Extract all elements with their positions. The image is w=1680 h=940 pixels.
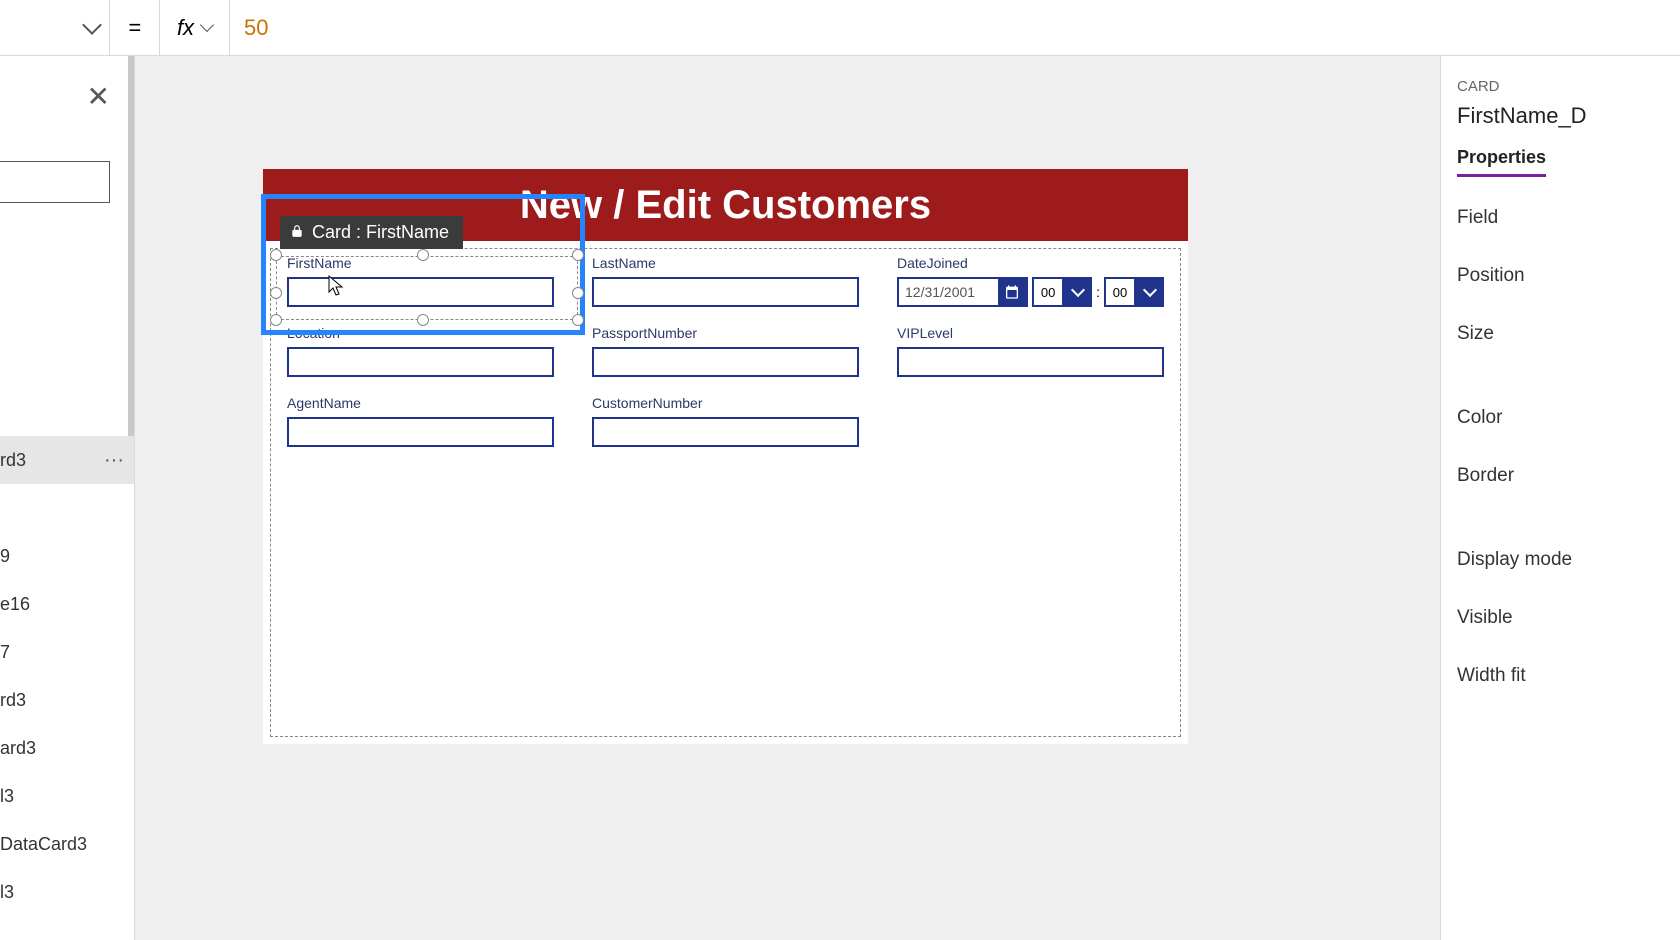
search-input[interactable] <box>0 161 110 203</box>
prop-display-mode[interactable]: Display mode <box>1457 549 1664 571</box>
card-label: PassportNumber <box>592 325 859 341</box>
control-name[interactable]: FirstName_D <box>1457 103 1664 129</box>
chevron-down-icon <box>200 17 214 31</box>
tree-item[interactable]: rd3 ··· <box>0 436 134 484</box>
tree-item-label: rd3 <box>0 690 26 711</box>
card-label: Location <box>287 325 554 341</box>
tree-item[interactable]: 7 <box>0 628 134 676</box>
card-vip[interactable]: VIPLevel <box>897 325 1164 377</box>
formula-value[interactable]: 50 <box>230 15 1680 41</box>
equals-sign: = <box>110 0 160 56</box>
tree-item-label: l3 <box>0 882 14 903</box>
minute-value: 00 <box>1104 277 1136 307</box>
text-input[interactable] <box>592 347 859 377</box>
app-screen: New / Edit Customers FirstName LastName … <box>263 169 1188 744</box>
card-label: CustomerNumber <box>592 395 859 411</box>
fx-button[interactable]: fx <box>160 0 230 56</box>
card-firstname[interactable]: FirstName <box>287 255 554 307</box>
card-label: AgentName <box>287 395 554 411</box>
tree-item-label: 7 <box>0 642 10 663</box>
tab-properties[interactable]: Properties <box>1457 147 1546 177</box>
text-input[interactable] <box>592 417 859 447</box>
scrollbar[interactable] <box>128 56 134 476</box>
date-picker[interactable]: 12/31/2001 <box>897 277 1028 307</box>
card-datejoined[interactable]: DateJoined 12/31/2001 00 <box>897 255 1164 307</box>
minute-dropdown[interactable]: 00 <box>1104 277 1164 307</box>
text-input[interactable] <box>897 347 1164 377</box>
prop-width-fit[interactable]: Width fit <box>1457 665 1664 687</box>
properties-pane: CARD FirstName_D Properties Field Positi… <box>1440 56 1680 940</box>
tree-item[interactable]: e16 <box>0 580 134 628</box>
close-icon[interactable]: ✕ <box>87 80 110 113</box>
tree-item[interactable]: l3 <box>0 772 134 820</box>
tree-item[interactable]: 9 <box>0 532 134 580</box>
formula-bar: = fx 50 <box>0 0 1680 56</box>
hour-dropdown[interactable]: 00 <box>1032 277 1092 307</box>
card-passport[interactable]: PassportNumber <box>592 325 859 377</box>
edit-form[interactable]: FirstName LastName DateJoined 12/31/2001 <box>270 248 1181 737</box>
tree-item[interactable]: rd3 <box>0 676 134 724</box>
card-label: LastName <box>592 255 859 271</box>
tree-item-label: 9 <box>0 546 10 567</box>
property-dropdown[interactable] <box>0 0 110 56</box>
screen-title: New / Edit Customers <box>263 169 1188 241</box>
fx-label: fx <box>177 15 194 41</box>
tree-item-label: rd3 <box>0 450 26 471</box>
card-agent[interactable]: AgentName <box>287 395 554 447</box>
tree-item-label: ard3 <box>0 738 36 759</box>
tree-item-label: DataCard3 <box>0 834 87 855</box>
hour-value: 00 <box>1032 277 1064 307</box>
card-location[interactable]: Location <box>287 325 554 377</box>
tree-view-pane: ✕ rd3 ··· 9 e16 7 rd3 ard3 l3 DataCard3 l… <box>0 56 135 940</box>
prop-position[interactable]: Position <box>1457 265 1664 287</box>
tree-item[interactable] <box>0 484 134 532</box>
control-type-label: CARD <box>1457 78 1664 95</box>
more-icon[interactable]: ··· <box>104 449 124 472</box>
chevron-down-icon <box>82 15 102 35</box>
prop-border[interactable]: Border <box>1457 465 1664 487</box>
prop-size[interactable]: Size <box>1457 323 1664 345</box>
date-value: 12/31/2001 <box>899 284 998 300</box>
text-input[interactable] <box>592 277 859 307</box>
chevron-down-icon <box>1064 277 1092 307</box>
card-label: VIPLevel <box>897 325 1164 341</box>
prop-visible[interactable]: Visible <box>1457 607 1664 629</box>
text-input[interactable] <box>287 277 554 307</box>
card-label: FirstName <box>287 255 554 271</box>
prop-color[interactable]: Color <box>1457 407 1664 429</box>
tree-item[interactable]: l3 <box>0 868 134 916</box>
calendar-icon[interactable] <box>998 277 1026 307</box>
canvas[interactable]: New / Edit Customers FirstName LastName … <box>135 56 1440 940</box>
tree-item-label: e16 <box>0 594 30 615</box>
card-lastname[interactable]: LastName <box>592 255 859 307</box>
chevron-down-icon <box>1136 277 1164 307</box>
tree-item[interactable]: ard3 <box>0 724 134 772</box>
tree-item[interactable]: DataCard3 <box>0 820 134 868</box>
card-label: DateJoined <box>897 255 1164 271</box>
text-input[interactable] <box>287 347 554 377</box>
text-input[interactable] <box>287 417 554 447</box>
tree-item-label: l3 <box>0 786 14 807</box>
prop-field[interactable]: Field <box>1457 207 1664 229</box>
time-separator: : <box>1096 284 1100 300</box>
tree-view: rd3 ··· 9 e16 7 rd3 ard3 l3 DataCard3 l3 <box>0 436 134 916</box>
card-customer-number[interactable]: CustomerNumber <box>592 395 859 447</box>
